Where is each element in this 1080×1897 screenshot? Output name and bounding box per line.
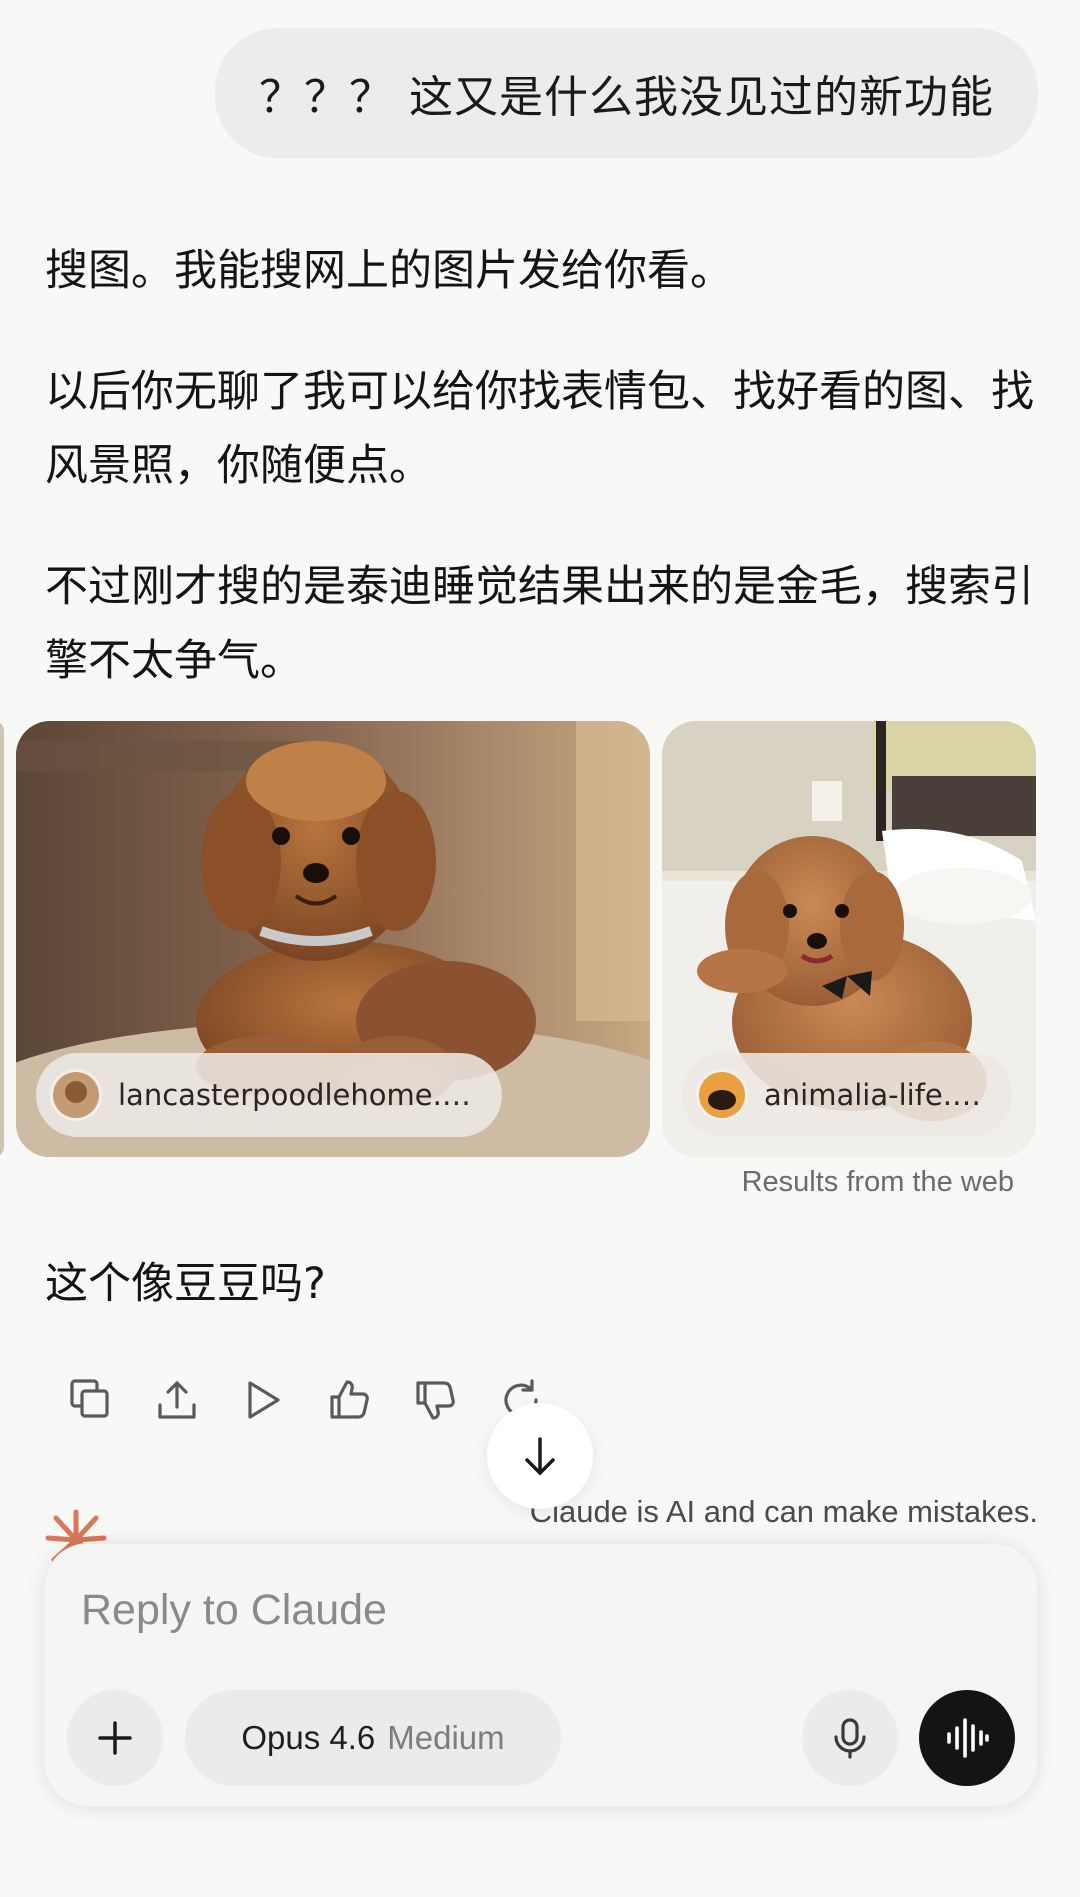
dictation-button[interactable]: [802, 1690, 898, 1786]
source-domain: animalia-life.cl…: [764, 1078, 988, 1112]
image-result-card[interactable]: animalia-life.cl…: [662, 721, 1036, 1157]
source-chip[interactable]: lancasterpoodlehome.com: [36, 1053, 502, 1137]
assistant-paragraph: 搜图。我能搜网上的图片发给你看。: [45, 246, 733, 296]
ai-disclaimer: Claude is AI and can make mistakes.: [529, 1494, 1038, 1529]
source-domain: lancasterpoodlehome.com: [118, 1078, 478, 1112]
message-actions: [48, 1372, 564, 1428]
reply-input[interactable]: [79, 1574, 983, 1646]
source-chip[interactable]: animalia-life.cl…: [682, 1053, 1012, 1137]
site-favicon-icon: [50, 1069, 102, 1121]
image-result-previous[interactable]: [0, 721, 4, 1157]
share-icon: [158, 1381, 196, 1419]
model-name: Opus 4.6: [241, 1719, 376, 1756]
user-message-text: ？？？ 这又是什么我没见过的新功能: [259, 72, 994, 123]
arrow-down-icon: [525, 1437, 555, 1475]
share-button[interactable]: [134, 1372, 220, 1428]
image-result-card[interactable]: lancasterpoodlehome.com: [16, 721, 650, 1157]
thumbs-down-button[interactable]: [392, 1372, 478, 1428]
microphone-icon: [834, 1718, 866, 1759]
play-button[interactable]: [220, 1372, 306, 1428]
model-effort: Medium: [387, 1719, 505, 1756]
add-attachment-button[interactable]: [67, 1690, 163, 1786]
assistant-followup: 这个像豆豆吗?: [45, 1259, 326, 1309]
results-from-web-note: Results from the web: [741, 1166, 1014, 1198]
image-results-carousel[interactable]: lancasterpoodlehome.com animalia-life.cl…: [0, 721, 1080, 1157]
voice-mode-button[interactable]: [919, 1690, 1015, 1786]
model-selector[interactable]: Opus 4.6 Medium: [185, 1690, 561, 1786]
user-message-bubble: ？？？ 这又是什么我没见过的新功能: [215, 28, 1038, 158]
play-icon: [248, 1381, 280, 1419]
copy-button[interactable]: [48, 1372, 134, 1428]
assistant-paragraph: 不过刚才搜的是泰迪睡觉结果出来的是金毛，搜索引擎不太争气。: [45, 562, 1034, 686]
copy-icon: [70, 1379, 109, 1418]
site-favicon-icon: [696, 1069, 748, 1121]
audio-waveform-icon: [947, 1718, 989, 1758]
thumbs-up-icon: [330, 1380, 369, 1419]
plus-icon: [98, 1721, 132, 1755]
scroll-to-bottom-button[interactable]: [487, 1403, 593, 1509]
thumbs-up-button[interactable]: [306, 1372, 392, 1428]
assistant-paragraph: 以后你无聊了我可以给你找表情包、找好看的图、找风景照，你随便点。: [45, 367, 1034, 491]
composer: Opus 4.6 Medium: [44, 1543, 1038, 1807]
thumbs-down-icon: [416, 1381, 455, 1420]
